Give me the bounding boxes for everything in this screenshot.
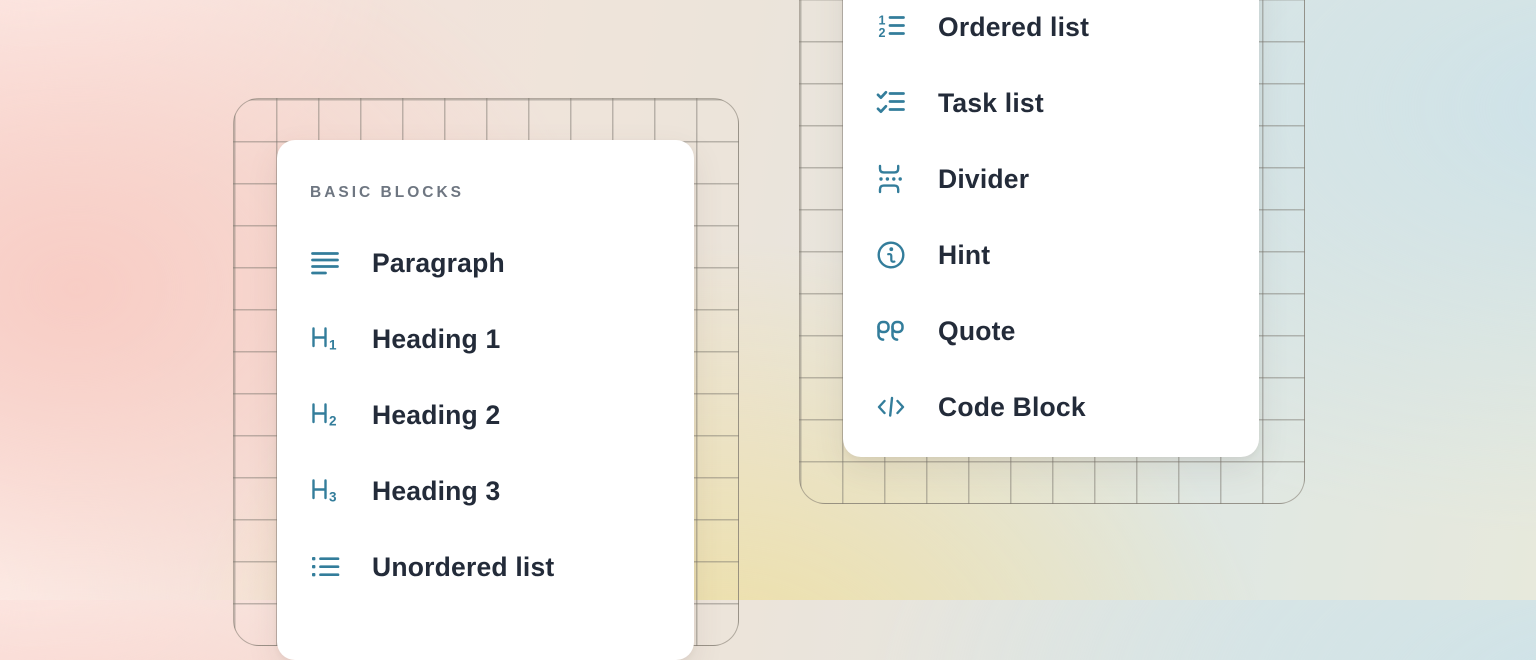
menu-item-label: Paragraph bbox=[372, 248, 505, 279]
paragraph-icon bbox=[310, 248, 340, 278]
svg-text:2: 2 bbox=[329, 414, 337, 429]
blocks-menu-card-continued: 1 2 Ordered list Task list bbox=[843, 0, 1259, 457]
divider-icon bbox=[876, 164, 906, 194]
basic-blocks-section-header: BASIC BLOCKS bbox=[310, 170, 694, 216]
quote-icon bbox=[876, 316, 906, 346]
menu-item-label: Code Block bbox=[938, 392, 1086, 423]
menu-item-label: Heading 3 bbox=[372, 476, 500, 507]
menu-item-label: Heading 2 bbox=[372, 400, 500, 431]
menu-item-quote[interactable]: Quote bbox=[843, 293, 1259, 369]
svg-text:2: 2 bbox=[879, 26, 886, 40]
menu-item-task-list[interactable]: Task list bbox=[843, 65, 1259, 141]
hint-icon bbox=[876, 240, 906, 270]
menu-item-label: Heading 1 bbox=[372, 324, 500, 355]
blocks-menu-list: 1 2 Ordered list Task list bbox=[843, 0, 1259, 445]
menu-item-label: Quote bbox=[938, 316, 1016, 347]
menu-item-label: Unordered list bbox=[372, 552, 554, 583]
block-menu-illustration: { "left_card": { "header": "BASIC BLOCKS… bbox=[0, 0, 1536, 600]
menu-item-divider[interactable]: Divider bbox=[843, 141, 1259, 217]
heading-3-icon: 3 bbox=[310, 476, 340, 506]
menu-item-ordered-list[interactable]: 1 2 Ordered list bbox=[843, 0, 1259, 65]
basic-blocks-menu-card: BASIC BLOCKS Paragraph 1 Heading 1 2 Hea… bbox=[277, 140, 694, 660]
svg-text:1: 1 bbox=[329, 338, 337, 353]
menu-item-label: Divider bbox=[938, 164, 1029, 195]
unordered-list-icon bbox=[310, 552, 340, 582]
menu-item-heading-2[interactable]: 2 Heading 2 bbox=[277, 377, 694, 453]
heading-2-icon: 2 bbox=[310, 400, 340, 430]
menu-item-label: Hint bbox=[938, 240, 990, 271]
task-list-icon bbox=[876, 88, 906, 118]
menu-item-label: Ordered list bbox=[938, 12, 1089, 43]
svg-text:3: 3 bbox=[329, 490, 337, 505]
menu-item-code-block[interactable]: Code Block bbox=[843, 369, 1259, 445]
code-block-icon bbox=[876, 392, 906, 422]
heading-1-icon: 1 bbox=[310, 324, 340, 354]
basic-blocks-menu-list: Paragraph 1 Heading 1 2 Heading 2 3 Head… bbox=[277, 225, 694, 605]
ordered-list-icon: 1 2 bbox=[876, 12, 906, 42]
menu-item-heading-1[interactable]: 1 Heading 1 bbox=[277, 301, 694, 377]
menu-item-paragraph[interactable]: Paragraph bbox=[277, 225, 694, 301]
menu-item-hint[interactable]: Hint bbox=[843, 217, 1259, 293]
menu-item-label: Task list bbox=[938, 88, 1044, 119]
menu-item-unordered-list[interactable]: Unordered list bbox=[277, 529, 694, 605]
menu-item-heading-3[interactable]: 3 Heading 3 bbox=[277, 453, 694, 529]
